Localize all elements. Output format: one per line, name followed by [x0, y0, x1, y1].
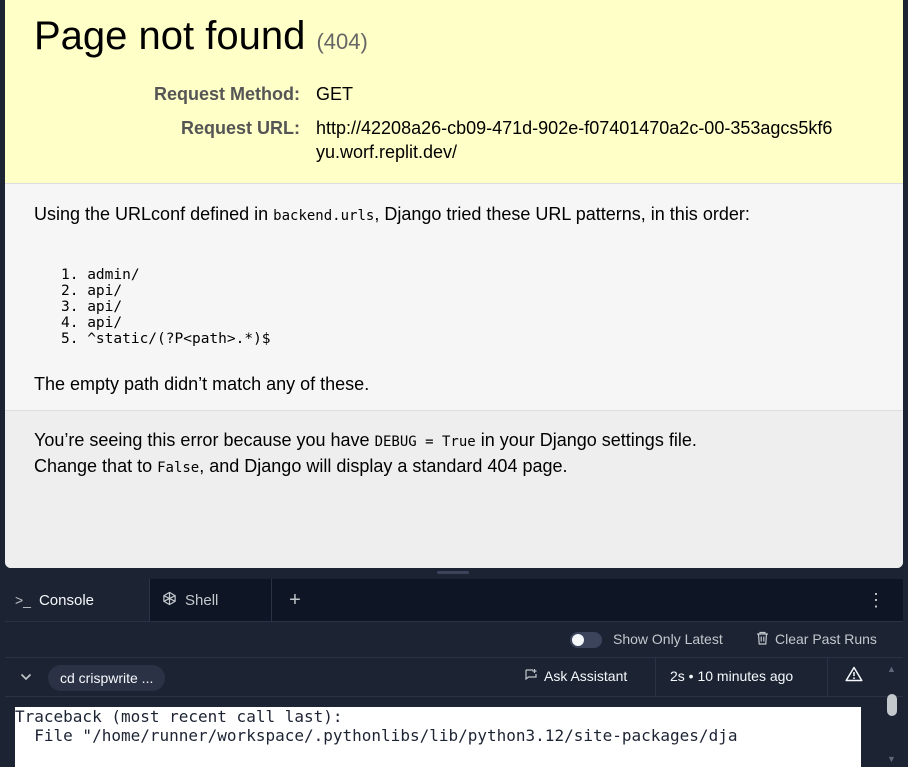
url-pattern: 4. api/ [61, 315, 123, 331]
divider [827, 658, 828, 696]
debug-text: You’re seeing this error because you hav… [34, 428, 874, 480]
output-line: Traceback (most recent call last): [15, 707, 343, 726]
console-tab-bar: >_ Console Shell + ⋮ [5, 579, 903, 622]
url-pattern: 3. api/ [61, 299, 123, 315]
run-command-chip[interactable]: cd crispwrite ... [48, 665, 166, 691]
ask-assistant-button[interactable]: Ask Assistant [524, 668, 627, 684]
toggle-knob [572, 634, 584, 646]
debug-explanation: You’re seeing this error because you hav… [5, 411, 903, 568]
ask-assistant-label: Ask Assistant [544, 668, 628, 684]
url-pattern: 5. ^static/(?P<path>.*)$ [61, 331, 271, 347]
scroll-up-icon[interactable]: ▲ [887, 664, 896, 674]
debug-text-2: in your Django settings file. [475, 430, 697, 450]
url-pattern-text: api/ [87, 315, 123, 331]
urlconf-intro-text-2: , Django tried these URL patterns, in th… [374, 204, 750, 224]
clear-past-runs-button[interactable]: Clear Past Runs [756, 631, 877, 647]
more-options-icon[interactable]: ⋮ [867, 590, 885, 611]
url-pattern-text: api/ [87, 299, 123, 315]
debug-text-4: , and Django will display a standard 404… [199, 456, 568, 476]
request-url-label: Request URL: [180, 118, 300, 138]
status-code: (404) [316, 29, 368, 54]
panel-resize-handle[interactable] [437, 571, 469, 574]
url-pattern-text: api/ [87, 283, 123, 299]
debug-false-code: False [157, 460, 200, 476]
clear-past-runs-label: Clear Past Runs [775, 631, 877, 647]
no-match-text: The empty path didn’t match any of these… [34, 374, 370, 394]
ask-assistant-icon [525, 669, 537, 681]
urlconf-intro: Using the URLconf defined in backend.url… [34, 202, 864, 228]
webview-page: Page not found (404) Request Method: GET… [5, 0, 903, 568]
chevron-down-icon[interactable] [20, 668, 32, 684]
run-timing: 2s • 10 minutes ago [670, 668, 794, 684]
url-pattern: 2. api/ [61, 283, 123, 299]
show-latest-label[interactable]: Show Only Latest [613, 631, 723, 647]
debug-text-3: Change that to [34, 456, 158, 476]
url-pattern-text: ^static/(?P<path>.*)$ [87, 331, 271, 347]
request-url-value: http://42208a26-cb09-471d-902e-f07401470… [316, 118, 833, 162]
terminal-prompt-icon: >_ [15, 592, 31, 608]
url-pattern-text: admin/ [87, 267, 140, 283]
tab-shell[interactable]: Shell [150, 579, 272, 621]
console-scrollbar[interactable] [887, 694, 897, 716]
console-options-row: Show Only Latest Clear Past Runs [5, 622, 903, 658]
warning-icon[interactable] [845, 666, 863, 687]
debug-text-1: You’re seeing this error because you hav… [34, 430, 375, 450]
urlconf-intro-text: Using the URLconf defined in [34, 204, 274, 224]
console-output[interactable]: Traceback (most recent call last): File … [15, 707, 861, 767]
trash-icon [757, 631, 768, 645]
page-title: Page not found (404) [34, 12, 368, 66]
request-method-label: Request Method: [154, 84, 300, 104]
show-latest-toggle[interactable] [570, 632, 602, 648]
add-tab-button[interactable]: + [272, 579, 318, 621]
shell-icon [162, 591, 177, 609]
run-header-row: cd crispwrite ... Ask Assistant 2s • 10 … [5, 658, 903, 697]
scroll-down-icon[interactable]: ▼ [887, 754, 896, 764]
debug-code: DEBUG = True [374, 434, 476, 450]
console-body: Show Only Latest Clear Past Runs cd cris… [5, 622, 903, 767]
urlconf-info: Using the URLconf defined in backend.url… [5, 184, 903, 411]
error-summary: Page not found (404) Request Method: GET… [5, 0, 903, 184]
tab-console[interactable]: >_ Console [5, 579, 150, 621]
page-title-text: Page not found [34, 14, 306, 58]
urlconf-module: backend.urls [273, 208, 375, 224]
tab-shell-label: Shell [185, 591, 219, 609]
url-pattern-list: 1. admin/ 2. api/ 3. api/ 4. api/ 5. ^st… [61, 267, 271, 347]
request-method-value: GET [316, 84, 354, 104]
output-line: File "/home/runner/workspace/.pythonlibs… [15, 726, 738, 745]
url-pattern: 1. admin/ [61, 267, 140, 283]
tab-console-label: Console [38, 591, 95, 609]
divider [655, 658, 656, 696]
